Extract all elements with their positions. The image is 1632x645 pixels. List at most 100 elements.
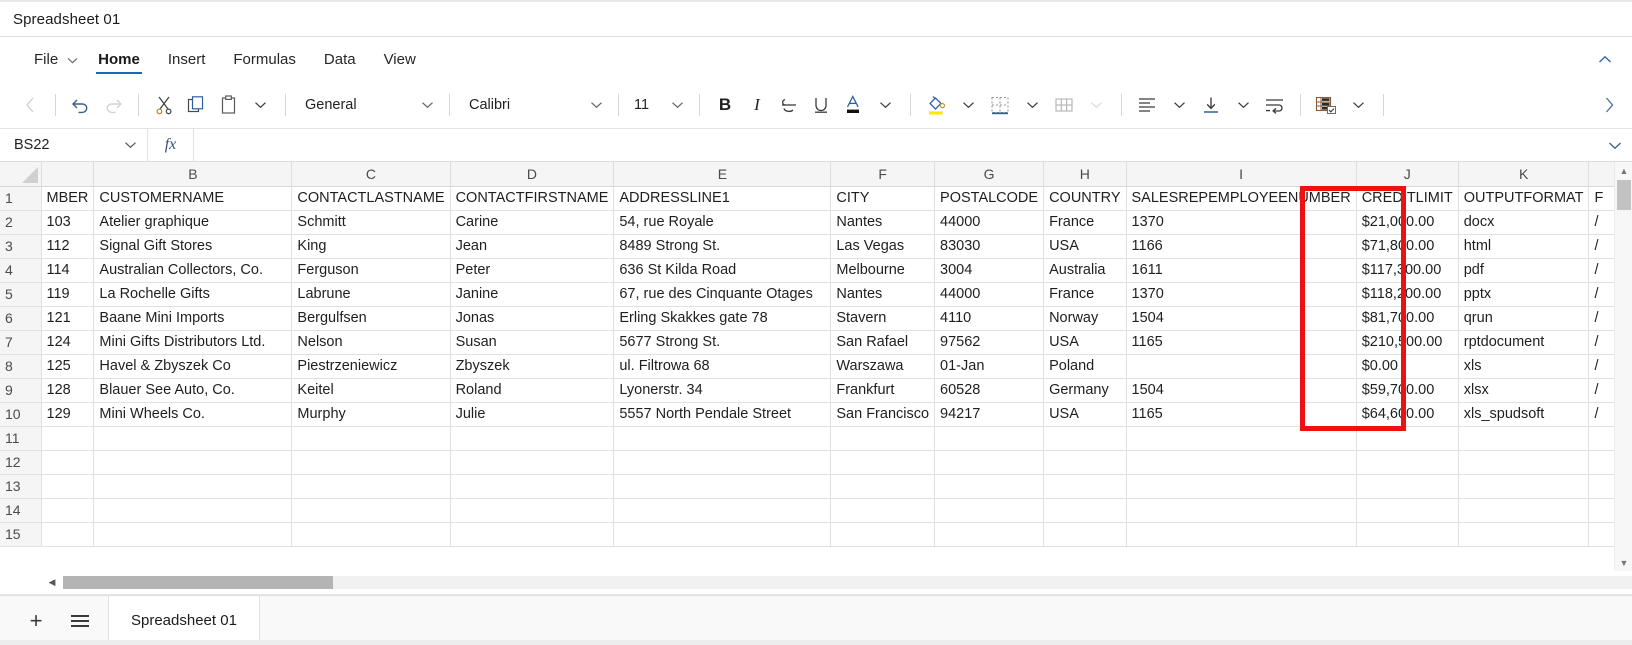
cell[interactable] [1458, 426, 1590, 451]
cell[interactable] [830, 498, 936, 523]
cell[interactable]: $59,700.00 [1356, 378, 1459, 403]
table-row[interactable]: 8 125 Havel & Zbyszek Co Piestrzeniewicz Zby… [0, 354, 1620, 379]
column-header-B[interactable]: B [93, 162, 293, 187]
row-header-2[interactable]: 2 [0, 210, 42, 235]
cell[interactable] [93, 522, 293, 547]
cell[interactable] [450, 498, 615, 523]
row-header-7[interactable]: 7 [0, 330, 42, 355]
cell[interactable]: Australian Collectors, Co. [93, 258, 293, 283]
align-left-icon[interactable] [1131, 88, 1163, 122]
cell[interactable]: Poland [1043, 354, 1127, 379]
table-row[interactable]: 1 MBER CUSTOMERNAME CONTACTLASTNAME CONTACTF… [0, 186, 1620, 211]
cell[interactable] [291, 474, 451, 499]
clipboard-icon[interactable] [212, 88, 244, 122]
cell[interactable] [41, 498, 95, 523]
column-header-G[interactable]: G [934, 162, 1045, 187]
cell[interactable] [291, 522, 451, 547]
cell[interactable]: CONTACTFIRSTNAME [450, 186, 615, 211]
row-header-3[interactable]: 3 [0, 234, 42, 259]
cell[interactable]: Jean [450, 234, 615, 259]
cell[interactable]: CUSTOMERNAME [93, 186, 293, 211]
cell[interactable]: 1370 [1126, 282, 1357, 307]
font-name-select[interactable]: Calibri [459, 90, 609, 120]
cell[interactable]: 1504 [1126, 306, 1357, 331]
cell[interactable]: Mini Wheels Co. [93, 402, 293, 427]
column-header-J[interactable]: J [1356, 162, 1459, 187]
cell[interactable] [934, 426, 1045, 451]
column-header-I[interactable]: I [1126, 162, 1357, 187]
column-header-partial[interactable] [41, 162, 95, 187]
cell[interactable] [41, 522, 95, 547]
column-header-K[interactable]: K [1458, 162, 1590, 187]
triangle-down-icon[interactable]: ▼ [1615, 554, 1632, 571]
cell[interactable]: 97562 [934, 330, 1045, 355]
cell[interactable]: 94217 [934, 402, 1045, 427]
cell[interactable]: CITY [830, 186, 936, 211]
cell[interactable]: 124 [41, 330, 95, 355]
font-color-chevron-down-icon[interactable] [869, 88, 901, 122]
cell[interactable]: Las Vegas [830, 234, 936, 259]
table-row[interactable]: 9 128 Blauer See Auto, Co. Keitel Roland Lyon… [0, 378, 1620, 403]
cell[interactable] [1126, 450, 1357, 475]
merge-cells-icon[interactable] [1048, 88, 1080, 122]
cell[interactable] [450, 450, 615, 475]
cell[interactable]: Julie [450, 402, 615, 427]
cell[interactable] [93, 426, 293, 451]
cell[interactable]: 129 [41, 402, 95, 427]
fill-color-chevron-down-icon[interactable] [952, 88, 984, 122]
cell[interactable]: 125 [41, 354, 95, 379]
cell[interactable] [934, 474, 1045, 499]
cell[interactable] [291, 426, 451, 451]
row-header-15[interactable]: 15 [0, 522, 42, 547]
table-row[interactable]: 15 [0, 522, 1620, 547]
cell[interactable]: xls [1458, 354, 1590, 379]
cell[interactable]: 103 [41, 210, 95, 235]
cell[interactable]: Blauer See Auto, Co. [93, 378, 293, 403]
cell[interactable]: 1166 [1126, 234, 1357, 259]
cell[interactable] [613, 522, 832, 547]
cell[interactable]: Janine [450, 282, 615, 307]
cell[interactable] [93, 498, 293, 523]
table-row[interactable]: 2 103 Atelier graphique Schmitt Carine 54, ru… [0, 210, 1620, 235]
cell[interactable] [1043, 426, 1127, 451]
align-bottom-icon[interactable] [1195, 88, 1227, 122]
cell[interactable]: Norway [1043, 306, 1127, 331]
row-header-9[interactable]: 9 [0, 378, 42, 403]
table-row[interactable]: 4 114 Australian Collectors, Co. Ferguson Pe… [0, 258, 1620, 283]
cell[interactable]: xls_spudsoft [1458, 402, 1590, 427]
cell[interactable]: OUTPUTFORMAT [1458, 186, 1590, 211]
cell[interactable]: CONTACTLASTNAME [291, 186, 451, 211]
cell[interactable]: 1611 [1126, 258, 1357, 283]
vertical-scrollbar[interactable]: ▲ ▼ [1614, 162, 1632, 571]
underline-icon[interactable] [805, 88, 837, 122]
table-row[interactable]: 5 119 La Rochelle Gifts Labrune Janine 67, ru… [0, 282, 1620, 307]
cell[interactable]: MBER [41, 186, 95, 211]
cell[interactable]: 83030 [934, 234, 1045, 259]
cell[interactable]: 4110 [934, 306, 1045, 331]
cell[interactable] [41, 426, 95, 451]
cell[interactable]: 1165 [1126, 330, 1357, 355]
ribbon-tab-home[interactable]: Home [84, 37, 154, 81]
triangle-up-icon[interactable]: ▲ [1615, 162, 1632, 179]
redo-arrow-icon[interactable] [97, 88, 129, 122]
cell[interactable]: $117,300.00 [1356, 258, 1459, 283]
cell[interactable]: Signal Gift Stores [93, 234, 293, 259]
table-row[interactable]: 13 [0, 474, 1620, 499]
cell[interactable] [934, 498, 1045, 523]
cell[interactable] [1356, 522, 1459, 547]
row-header-13[interactable]: 13 [0, 474, 42, 499]
cell[interactable]: Susan [450, 330, 615, 355]
formula-bar-expand-chevron-down-icon[interactable] [1598, 129, 1632, 161]
cell[interactable] [41, 450, 95, 475]
cell[interactable]: $64,600.00 [1356, 402, 1459, 427]
cell[interactable] [1043, 450, 1127, 475]
cell[interactable]: 128 [41, 378, 95, 403]
cell[interactable]: USA [1043, 234, 1127, 259]
cell[interactable] [1043, 498, 1127, 523]
row-header-5[interactable]: 5 [0, 282, 42, 307]
borders-chevron-down-icon[interactable] [1016, 88, 1048, 122]
cell[interactable]: COUNTRY [1043, 186, 1127, 211]
ribbon-tab-file[interactable]: File [20, 37, 84, 81]
cell[interactable]: 1504 [1126, 378, 1357, 403]
copy-icon[interactable] [180, 88, 212, 122]
